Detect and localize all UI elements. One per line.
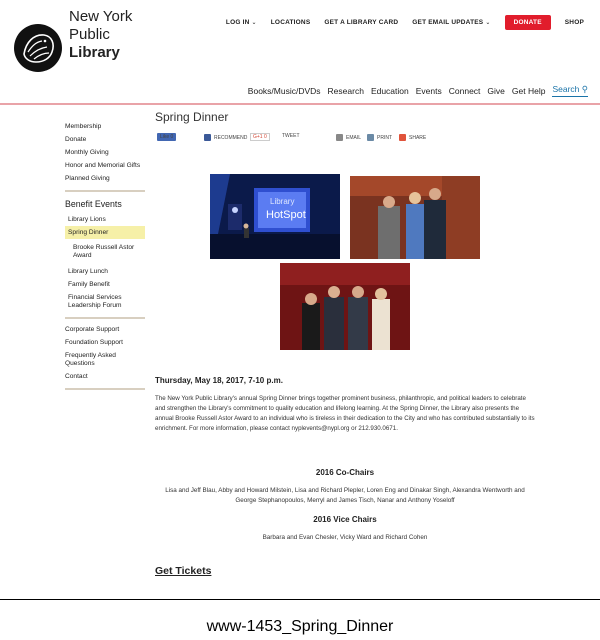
chevron-down-icon: ⌄ [485,19,491,26]
event-description: The New York Public Library's annual Spr… [155,395,535,432]
nav-give[interactable]: Give [487,86,504,96]
sidebar-divider [65,190,145,192]
share-button[interactable]: SHARE [399,134,426,141]
print-icon [367,134,374,141]
photo-sign-text: HotSpot [266,209,306,221]
nav-connect[interactable]: Connect [449,86,481,96]
sidebar-item-corporate-support[interactable]: Corporate Support [65,323,145,336]
library-wordmark[interactable]: New York Public Library [69,8,132,62]
svg-text:Library: Library [270,197,294,206]
get-tickets-link[interactable]: Get Tickets [155,565,211,577]
sidebar-item-library-lions[interactable]: Library Lions [65,213,145,226]
library-card-link[interactable]: GET A LIBRARY CARD [324,19,398,26]
search-icon: ⚲ [581,84,588,94]
sidebar-item-family-benefit[interactable]: Family Benefit [65,278,145,291]
nav-education[interactable]: Education [371,86,409,96]
event-date: Thursday, May 18, 2017, 7-10 p.m. [155,376,283,385]
share-label: SHARE [409,134,427,141]
sidebar-item-contact[interactable]: Contact [65,370,145,383]
utility-nav: LOG IN ⌄ LOCATIONS GET A LIBRARY CARD GE… [212,14,584,30]
wordmark-line-2: Public [69,26,110,43]
site-header: New York Public Library LOG IN ⌄ LOCATIO… [0,0,600,105]
event-photo-group-three[interactable] [350,176,480,259]
vicechairs-heading: 2016 Vice Chairs [313,515,377,524]
nav-get-help[interactable]: Get Help [512,86,546,96]
sidebar-item-spring-dinner[interactable]: Spring Dinner [65,226,145,239]
sidebar-heading-benefit-events[interactable]: Benefit Events [65,196,145,213]
donate-button[interactable]: DONATE [504,14,551,30]
google-plusone-button[interactable]: G+1 0 [250,133,270,141]
vicechairs-list: Barbara and Evan Chesler, Vicky Ward and… [262,534,428,541]
share-toolbar: Like 0 RECOMMEND G+1 0 TWEET EMAIL PRINT… [155,133,535,145]
caption-divider [0,599,600,600]
share-plus-icon [399,134,406,141]
main-nav: Books/Music/DVDs Research Education Even… [241,84,588,97]
event-photo-group-four[interactable] [280,263,410,350]
facebook-icon [204,134,211,141]
sidebar-divider [65,388,145,390]
print-label: PRINT [377,134,392,141]
event-photo-stage[interactable]: Library HotSpot [210,174,340,259]
locations-link[interactable]: LOCATIONS [271,19,311,26]
recommend-label: RECOMMEND [214,134,248,141]
sidebar-item-donate[interactable]: Donate [65,133,145,146]
chevron-down-icon: ⌄ [251,19,257,26]
login-label: LOG IN [225,18,250,26]
cochairs-list: Lisa and Jeff Blau, Abby and Howard Mils… [165,487,525,504]
sidebar-item-foundation-support[interactable]: Foundation Support [65,336,145,349]
sidebar-item-astor-award[interactable]: Brooke Russell Astor Award [65,239,145,265]
nypl-lion-logo-icon[interactable] [14,24,62,72]
sidebar-item-financial-services[interactable]: Financial Services Leadership Forum [65,291,145,312]
email-updates-link[interactable]: GET EMAIL UPDATES ⌄ [412,19,490,26]
search-button[interactable]: Search ⚲ [552,84,588,97]
login-link[interactable]: LOG IN ⌄ [226,19,257,26]
search-label: Search [552,84,580,94]
wordmark-line-1: New York [69,8,133,25]
sidebar-item-honor-memorial[interactable]: Honor and Memorial Gifts [65,159,145,172]
cochairs-heading: 2016 Co-Chairs [315,468,375,477]
sidebar-divider [65,317,145,319]
nav-events[interactable]: Events [416,86,442,96]
nav-books-music-dvds[interactable]: Books/Music/DVDs [248,86,321,96]
sidebar-nav: Membership Donate Monthly Giving Honor a… [65,120,145,394]
print-button[interactable]: PRINT [367,134,392,141]
wordmark-line-3: Library [69,44,120,61]
nav-research[interactable]: Research [328,86,364,96]
sidebar-item-monthly-giving[interactable]: Monthly Giving [65,146,145,159]
main-content: Spring Dinner Like 0 RECOMMEND G+1 0 TWE… [155,110,535,141]
page-title: Spring Dinner [155,110,229,124]
recommend-button[interactable]: RECOMMEND [204,134,247,141]
email-updates-label: GET EMAIL UPDATES [412,18,484,26]
sidebar-item-planned-giving[interactable]: Planned Giving [65,172,145,185]
email-label: EMAIL [346,134,362,141]
tweet-button[interactable]: TWEET [282,133,300,139]
email-share-button[interactable]: EMAIL [336,134,361,141]
sidebar-item-faq[interactable]: Frequently Asked Questions [65,349,145,370]
screenshot-caption: www-1453_Spring_Dinner [206,618,394,635]
sidebar-item-membership[interactable]: Membership [65,120,145,133]
facebook-like-button[interactable]: Like 0 [157,133,177,141]
sidebar-item-library-lunch[interactable]: Library Lunch [65,265,145,278]
header-divider [0,103,600,105]
shop-link[interactable]: SHOP [565,19,584,26]
email-icon [336,134,343,141]
